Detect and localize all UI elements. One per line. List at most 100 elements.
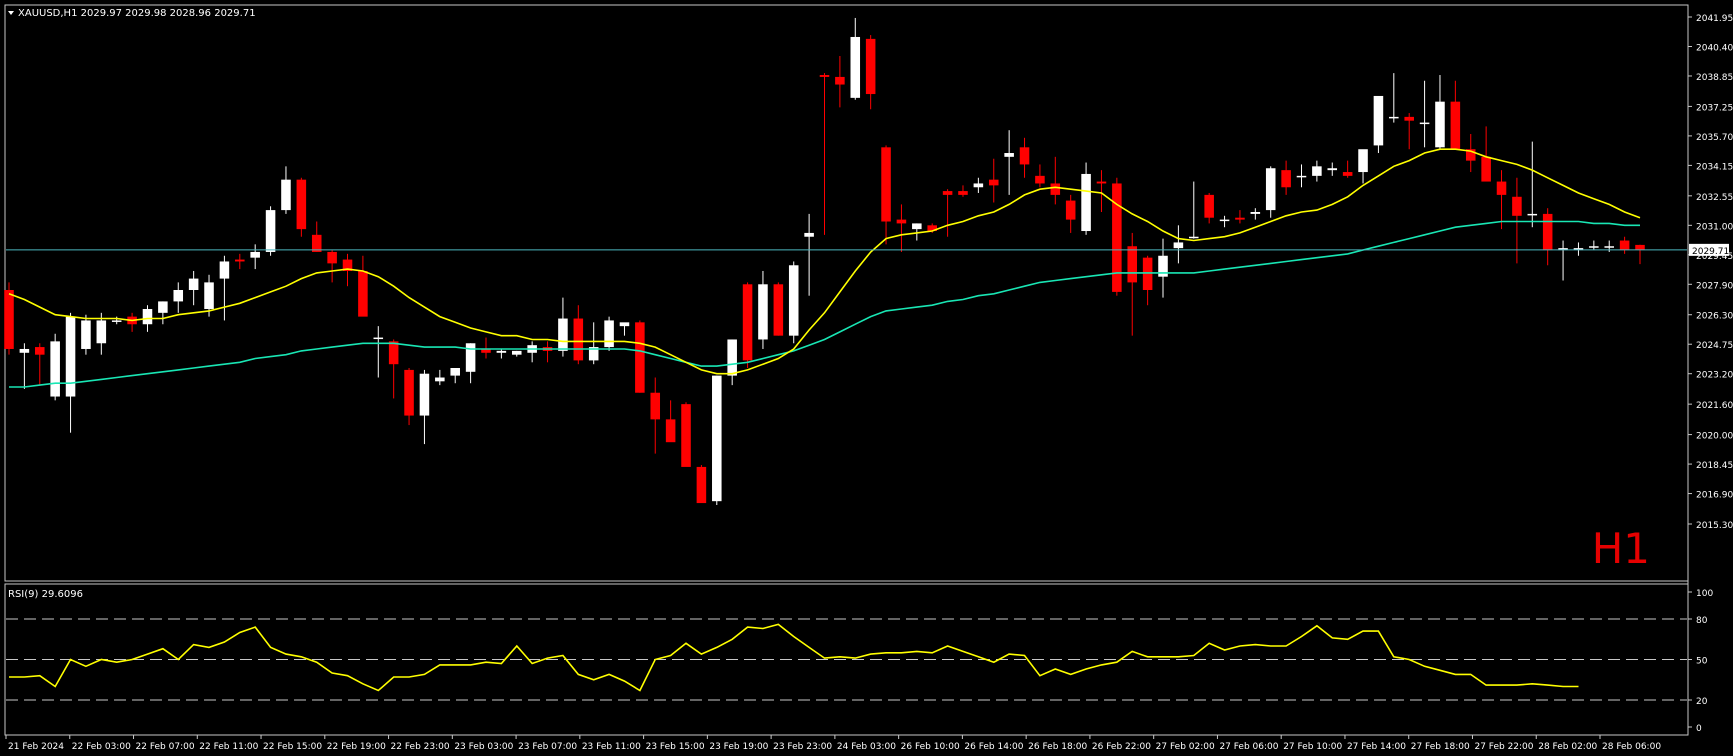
bearish-candle	[1204, 194, 1214, 218]
bearish-candle	[1342, 172, 1353, 176]
price-tick-label: 2024.75	[1696, 341, 1733, 351]
time-tick-label: 27 Feb 22:00	[1474, 742, 1533, 752]
time-tick-label: 27 Feb 06:00	[1219, 742, 1278, 752]
bullish-candle	[219, 261, 230, 279]
price-tick-label: 2023.20	[1696, 371, 1733, 381]
bullish-candle	[81, 320, 91, 349]
price-tick-label: 2040.40	[1696, 43, 1733, 53]
price-tick-label: 2041.95	[1696, 14, 1733, 24]
bullish-candle	[142, 309, 153, 325]
bearish-candle	[296, 179, 307, 230]
time-tick-label: 22 Feb 19:00	[327, 742, 386, 752]
time-tick-label: 23 Feb 11:00	[582, 742, 641, 752]
price-tick-label: 2034.15	[1696, 162, 1733, 172]
bearish-candle	[958, 191, 968, 195]
time-tick-label: 23 Feb 07:00	[518, 742, 577, 752]
rsi-series	[9, 623, 1579, 692]
bullish-candle	[281, 179, 291, 211]
bearish-candle	[1404, 116, 1414, 121]
rsi-label: RSI(9) 29.6096	[8, 589, 83, 600]
bullish-candle	[1265, 168, 1276, 211]
bullish-candle	[712, 375, 722, 502]
bullish-candle	[158, 301, 168, 313]
bullish-candle	[65, 316, 76, 397]
bullish-candle	[788, 265, 799, 336]
bullish-candle	[450, 368, 460, 376]
bullish-candle	[111, 320, 122, 322]
bullish-candle	[250, 251, 260, 258]
bullish-candle	[758, 284, 768, 340]
candlestick-series	[4, 17, 1645, 505]
bearish-candle	[1542, 213, 1553, 251]
bullish-candle	[973, 183, 984, 188]
rsi-tick-label: 50	[1696, 657, 1708, 667]
bullish-candle	[496, 350, 507, 353]
price-tick-label: 2037.25	[1696, 103, 1733, 113]
time-tick-label: 24 Feb 03:00	[837, 742, 896, 752]
bearish-candle	[881, 147, 891, 222]
time-tick-label: 26 Feb 22:00	[1092, 742, 1151, 752]
timeframe-label: H1	[1592, 524, 1650, 573]
bullish-candle	[1589, 246, 1599, 248]
bullish-candle	[727, 339, 737, 376]
time-tick-label: 26 Feb 14:00	[964, 742, 1023, 752]
bullish-candle	[1296, 175, 1307, 178]
bearish-candle	[35, 347, 45, 355]
bullish-candle	[188, 278, 199, 290]
bearish-candle	[358, 270, 368, 317]
bearish-candle	[665, 419, 676, 443]
time-tick-label: 22 Feb 15:00	[263, 742, 322, 752]
time-tick-label: 27 Feb 02:00	[1156, 742, 1215, 752]
bearish-candle	[1635, 244, 1645, 250]
bullish-candle	[912, 223, 922, 230]
bullish-candle	[50, 341, 60, 397]
bullish-candle	[1604, 246, 1614, 248]
bearish-candle	[1127, 246, 1138, 283]
main-chart-frame	[4, 4, 1689, 582]
bearish-candle	[1019, 147, 1030, 165]
bullish-candle	[850, 36, 861, 98]
bullish-candle	[1527, 213, 1538, 216]
chart-window[interactable]: XAUUSD,H1 2029.97 2029.98 2028.96 2029.7…	[0, 0, 1733, 756]
price-axis: 2041.95 2040.40 2038.85 2037.25 2035.70 2034.…	[1688, 14, 1733, 531]
bearish-candle	[1450, 101, 1461, 150]
time-tick-label: 28 Feb 06:00	[1602, 742, 1661, 752]
bullish-candle	[619, 322, 630, 327]
time-tick-label: 23 Feb 03:00	[454, 742, 513, 752]
bullish-candle	[1358, 149, 1368, 173]
bearish-candle	[388, 341, 399, 365]
bullish-candle	[1081, 173, 1091, 232]
bearish-candle	[1035, 175, 1045, 184]
bullish-candle	[419, 373, 430, 416]
bullish-candle	[96, 320, 107, 344]
bullish-candle	[1327, 168, 1338, 171]
rsi-tick-label: 100	[1696, 589, 1713, 599]
rsi-axis: 100 80 50 20 0	[1688, 589, 1713, 734]
bearish-candle	[235, 259, 245, 262]
bullish-candle	[373, 337, 384, 340]
bearish-candle	[4, 290, 14, 349]
collapse-triangle-icon[interactable]	[8, 11, 14, 15]
price-tick-label: 2031.00	[1696, 222, 1733, 232]
bearish-candle	[742, 284, 753, 361]
price-tick-label: 2026.30	[1696, 312, 1733, 322]
bearish-candle	[1619, 240, 1630, 251]
symbol-header: XAUUSD,H1 2029.97 2029.98 2028.96 2029.7…	[18, 8, 256, 19]
bearish-candle	[1096, 181, 1107, 184]
time-tick-label: 27 Feb 14:00	[1347, 742, 1406, 752]
bullish-candle	[804, 232, 814, 237]
bullish-candle	[265, 210, 276, 252]
time-tick-label: 23 Feb 23:00	[773, 742, 832, 752]
time-tick-label: 23 Feb 19:00	[709, 742, 768, 752]
bullish-candle	[1173, 242, 1184, 249]
bearish-candle	[681, 404, 691, 467]
price-tick-label: 2018.45	[1696, 461, 1733, 471]
bearish-candle	[988, 179, 999, 186]
time-tick-label: 22 Feb 07:00	[136, 742, 195, 752]
time-tick-label: 27 Feb 10:00	[1283, 742, 1342, 752]
bearish-candle	[942, 191, 953, 195]
bearish-candle	[404, 369, 414, 416]
time-tick-label: 22 Feb 03:00	[72, 742, 131, 752]
price-tick-label: 2035.70	[1696, 133, 1733, 143]
bearish-candle	[1281, 170, 1291, 188]
